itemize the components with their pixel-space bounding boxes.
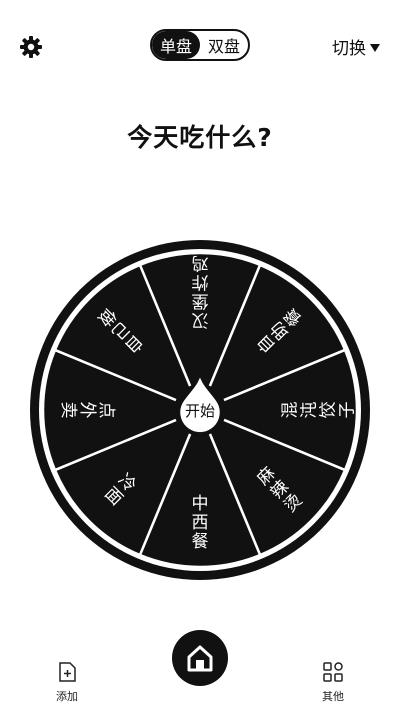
other-tab[interactable]: 其他 <box>316 662 350 704</box>
caret-down-icon <box>370 43 380 52</box>
svg-text:饺: 饺 <box>319 402 339 419</box>
add-label: 添加 <box>56 690 78 703</box>
svg-text:中: 中 <box>192 494 209 514</box>
svg-text:混: 混 <box>281 402 301 419</box>
grid-icon <box>323 662 343 682</box>
svg-text:餐: 餐 <box>192 532 209 552</box>
tab-single-wheel[interactable]: 单盘 <box>152 31 200 59</box>
svg-text:堡: 堡 <box>192 291 209 311</box>
add-file-icon <box>59 662 76 682</box>
svg-text:沌: 沌 <box>300 402 320 419</box>
other-label: 其他 <box>322 690 344 703</box>
wheel-segment-label: 中西餐 <box>192 494 209 552</box>
wheel-segment-label: 混沌饺子 <box>281 402 358 419</box>
home-button[interactable] <box>172 630 228 686</box>
svg-text:外: 外 <box>77 402 97 419</box>
svg-text:鸡: 鸡 <box>192 253 209 273</box>
home-icon <box>187 645 213 672</box>
mode-toggle: 单盘 双盘 <box>150 29 250 61</box>
svg-text:汉: 汉 <box>192 310 209 330</box>
svg-text:卖: 卖 <box>58 402 78 419</box>
start-label[interactable]: 开始 <box>176 400 224 421</box>
svg-text:子: 子 <box>338 402 358 419</box>
svg-text:炸: 炸 <box>192 272 209 292</box>
switch-dropdown[interactable]: 切换 <box>332 34 380 59</box>
svg-text:西: 西 <box>192 513 209 533</box>
switch-label: 切换 <box>332 39 366 59</box>
add-tab[interactable]: 添加 <box>50 662 84 704</box>
gear-icon <box>20 36 42 58</box>
wheel-segment-label: 汉堡炸鸡 <box>192 253 209 330</box>
bottom-nav: 添加 其他 <box>0 620 400 711</box>
settings-button[interactable] <box>19 35 43 59</box>
tab-double-wheel[interactable]: 双盘 <box>200 31 248 59</box>
svg-text:点: 点 <box>96 402 116 419</box>
wheel-segment-label: 点外卖 <box>58 402 116 419</box>
page-title: 今天吃什么? <box>127 123 273 152</box>
top-bar: 单盘 双盘 切换 <box>0 0 400 90</box>
